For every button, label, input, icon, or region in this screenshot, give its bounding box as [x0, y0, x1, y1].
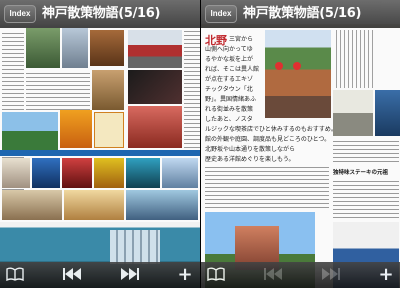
skip-forward-icon[interactable]	[118, 265, 142, 285]
photo-interior	[90, 30, 124, 66]
bottom-toolbar: +	[0, 262, 200, 288]
ad-tile	[126, 158, 160, 188]
ad-tile	[94, 158, 124, 188]
ad-tile	[162, 158, 198, 188]
left-viewer-pane: Index 神戸散策物語(5/16) +	[0, 0, 200, 288]
photo-church	[26, 28, 60, 68]
article-line: 山側へ向かってゆ	[205, 46, 253, 53]
article-line: 歴史ある洋館めぐりを楽しもう。	[205, 156, 295, 163]
index-button[interactable]: Index	[205, 5, 237, 23]
photo-hotel-window	[110, 230, 160, 264]
book-icon[interactable]	[4, 265, 26, 285]
photo-shop	[92, 70, 124, 110]
index-button[interactable]: Index	[4, 5, 36, 23]
photo-building	[62, 28, 88, 68]
article-line: るやかな坂を上が	[205, 56, 254, 63]
article-line: 野」。異国情緒あふ	[205, 96, 257, 103]
add-button[interactable]: +	[375, 265, 397, 285]
ad-orange	[60, 110, 92, 148]
photo-lanterns	[275, 62, 283, 70]
book-icon[interactable]	[205, 265, 227, 285]
top-navigation-bar: Index 神戸散策物語(5/16)	[0, 0, 200, 28]
photo-blue-strip	[375, 90, 400, 136]
photo-kitano-street	[265, 30, 331, 118]
text-lines	[333, 138, 399, 164]
page-title: 神戸散策物語(5/16)	[243, 6, 362, 21]
right-viewer-pane: 北野 三宮から 山側へ向かってゆ るやかな坂を上が れば、そこは異人館 が点在す…	[201, 0, 400, 288]
article-line: 北野坂や山本通りを散策しながら	[205, 146, 296, 153]
magazine-page-spread[interactable]	[0, 0, 200, 288]
text-lines	[205, 164, 329, 208]
skip-forward-icon[interactable]	[319, 265, 343, 285]
blue-strip	[0, 150, 200, 156]
bottom-toolbar: +	[201, 262, 400, 288]
ad-tile	[2, 190, 62, 220]
ad-cafe	[128, 106, 182, 148]
skip-back-icon[interactable]	[261, 265, 285, 285]
add-button[interactable]: +	[174, 265, 196, 285]
skip-back-icon[interactable]	[60, 265, 84, 285]
vertical-text-column	[333, 30, 373, 88]
sidebar-heading: 独特味ステーキの元祖	[333, 170, 389, 176]
photo-house	[333, 90, 373, 136]
ad-tile	[32, 158, 60, 188]
article-line: が点在するエキゾ	[205, 76, 254, 83]
ad-number	[94, 112, 124, 148]
article-line: れる街並みを散策	[205, 106, 254, 113]
article-line: したあと、ノスタ	[205, 116, 253, 123]
article-line: れば、そこは異人館	[205, 66, 260, 73]
ad-tile	[64, 190, 124, 220]
article-line: ルジックな喫茶店でひと休みするのもおすすめ。	[205, 126, 337, 133]
top-navigation-bar: Index 神戸散策物語(5/16)	[201, 0, 400, 28]
page-title: 神戸散策物語(5/16)	[42, 6, 161, 21]
magazine-page-zoomed[interactable]: 北野 三宮から 山側へ向かってゆ るやかな坂を上が れば、そこは異人館 が点在す…	[201, 0, 400, 288]
photo-tower	[2, 112, 58, 150]
text-lines	[333, 178, 399, 220]
article-line: チックタウン「北	[205, 86, 253, 93]
ad-tile	[126, 190, 198, 220]
article-line: 館の外観や庭園、調度品も見どころのひとつ。	[205, 136, 331, 143]
ad-tile	[62, 158, 92, 188]
text-column	[184, 28, 200, 148]
photo-dark-ad	[128, 70, 182, 104]
article-line: 三宮から	[229, 36, 254, 43]
text-column	[26, 70, 90, 110]
photo-red-house	[128, 30, 182, 68]
photo-lanterns	[293, 62, 301, 70]
ad-tile	[2, 158, 30, 188]
